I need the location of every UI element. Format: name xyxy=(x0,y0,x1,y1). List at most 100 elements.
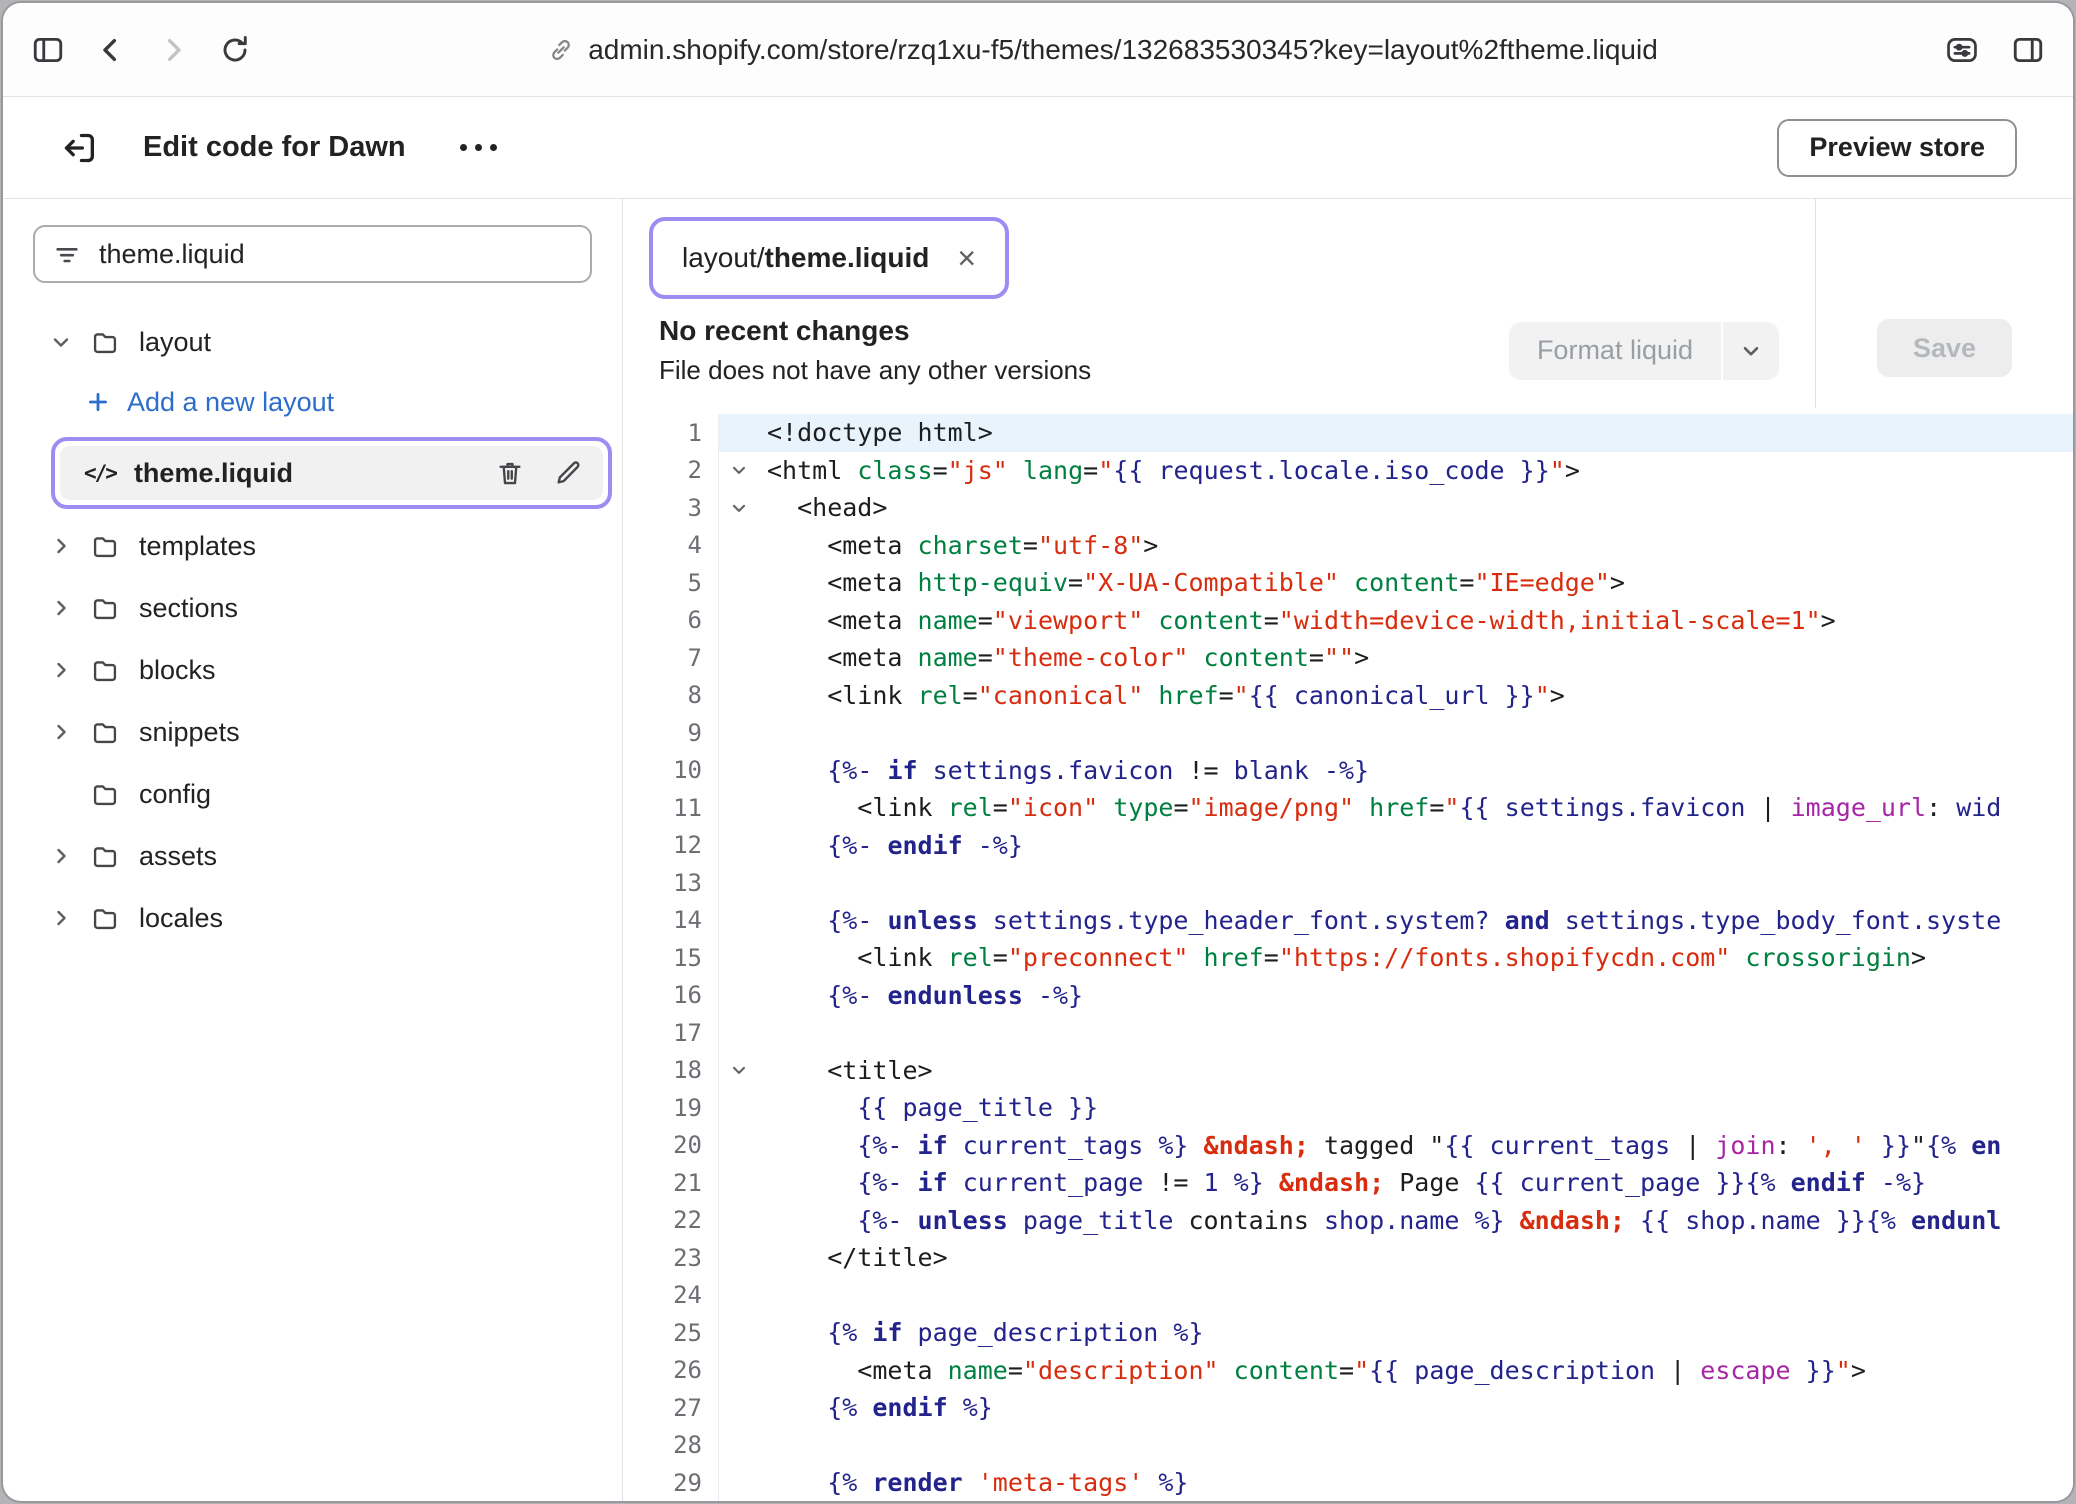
sidebar-item-assets[interactable]: assets xyxy=(3,825,622,887)
code-line[interactable]: 20 {%- if current_tags %} &ndash; tagged… xyxy=(623,1127,2073,1165)
code-line[interactable]: 18 <title> xyxy=(623,1052,2073,1090)
line-number: 17 xyxy=(623,1014,719,1052)
preview-store-button[interactable]: Preview store xyxy=(1777,119,2017,177)
folder-label: sections xyxy=(139,593,598,624)
add-new-layout-link[interactable]: Add a new layout xyxy=(3,373,622,431)
code-line[interactable]: 24 xyxy=(623,1277,2073,1315)
sidebar-item-config[interactable]: config xyxy=(3,763,622,825)
code-line[interactable]: 4 <meta charset="utf-8"> xyxy=(623,527,2073,565)
line-number: 27 xyxy=(623,1389,719,1427)
sidebar-item-templates[interactable]: templates xyxy=(3,515,622,577)
line-number: 11 xyxy=(623,789,719,827)
code-text: {%- unless settings.type_header_font.sys… xyxy=(759,902,2073,940)
code-text xyxy=(759,1427,2073,1465)
code-line[interactable]: 10 {%- if settings.favicon != blank -%} xyxy=(623,752,2073,790)
folder-label: blocks xyxy=(139,655,598,686)
file-name: theme.liquid xyxy=(134,458,467,489)
code-line[interactable]: 26 <meta name="description" content="{{ … xyxy=(623,1352,2073,1390)
code-line[interactable]: 7 <meta name="theme-color" content=""> xyxy=(623,639,2073,677)
sidebar-item-snippets[interactable]: snippets xyxy=(3,701,622,763)
format-liquid-button[interactable]: Format liquid xyxy=(1509,322,1721,380)
more-menu-button[interactable] xyxy=(450,138,507,157)
url-bar[interactable]: admin.shopify.com/store/rzq1xu-f5/themes… xyxy=(371,34,1835,66)
code-line[interactable]: 5 <meta http-equiv="X-UA-Compatible" con… xyxy=(623,564,2073,602)
file-search-input[interactable] xyxy=(97,238,572,271)
sidebar-item-layout[interactable]: layout xyxy=(3,311,622,373)
chevron-right-icon[interactable] xyxy=(49,906,91,930)
line-number: 20 xyxy=(623,1127,719,1165)
tab-close-icon[interactable]: × xyxy=(957,242,976,274)
chevron-right-icon[interactable] xyxy=(49,596,91,620)
code-line[interactable]: 29 {% render 'meta-tags' %} xyxy=(623,1464,2073,1501)
code-line[interactable]: 14 {%- unless settings.type_header_font.… xyxy=(623,902,2073,940)
line-number: 3 xyxy=(623,489,719,527)
code-line[interactable]: 21 {%- if current_page != 1 %} &ndash; P… xyxy=(623,1164,2073,1202)
sidebar-item-sections[interactable]: sections xyxy=(3,577,622,639)
code-line[interactable]: 27 {% endif %} xyxy=(623,1389,2073,1427)
tab-theme-liquid[interactable]: layout/theme.liquid × xyxy=(658,226,1000,290)
editor-header: layout/theme.liquid × No recent changes … xyxy=(623,199,2073,408)
code-line[interactable]: 8 <link rel="canonical" href="{{ canonic… xyxy=(623,677,2073,715)
browser-right-panel-icon[interactable] xyxy=(2011,33,2045,67)
rename-file-icon[interactable] xyxy=(553,458,583,488)
code-line[interactable]: 2<html class="js" lang="{{ request.local… xyxy=(623,452,2073,490)
code-text: {% if page_description %} xyxy=(759,1314,2073,1352)
sidebar-file-theme-liquid[interactable]: </>theme.liquid xyxy=(60,446,603,500)
chevron-right-icon[interactable] xyxy=(49,844,91,868)
code-line[interactable]: 3 <head> xyxy=(623,489,2073,527)
browser-back-button[interactable] xyxy=(95,34,127,66)
line-number: 10 xyxy=(623,752,719,790)
filter-icon xyxy=(53,240,81,268)
browser-sidebar-toggle-icon[interactable] xyxy=(31,33,65,67)
line-number: 23 xyxy=(623,1239,719,1277)
code-text: {%- unless page_title contains shop.name… xyxy=(759,1202,2073,1240)
folder-label: locales xyxy=(139,903,598,934)
sidebar-item-blocks[interactable]: blocks xyxy=(3,639,622,701)
fold-gutter xyxy=(719,827,759,865)
code-line[interactable]: 28 xyxy=(623,1427,2073,1465)
browser-page-settings-icon[interactable] xyxy=(1943,33,1981,67)
sidebar-item-locales[interactable]: locales xyxy=(3,887,622,949)
file-search[interactable] xyxy=(33,225,592,283)
code-editor[interactable]: 1<!doctype html>2<html class="js" lang="… xyxy=(623,408,2073,1501)
line-number: 4 xyxy=(623,527,719,565)
code-line[interactable]: 11 <link rel="icon" type="image/png" hre… xyxy=(623,789,2073,827)
code-line[interactable]: 16 {%- endunless -%} xyxy=(623,977,2073,1015)
fold-gutter xyxy=(719,1089,759,1127)
line-number: 21 xyxy=(623,1164,719,1202)
code-line[interactable]: 9 xyxy=(623,714,2073,752)
code-line[interactable]: 22 {%- unless page_title contains shop.n… xyxy=(623,1202,2073,1240)
fold-toggle-icon[interactable] xyxy=(719,489,759,527)
browser-forward-button[interactable] xyxy=(157,34,189,66)
browser-reload-button[interactable] xyxy=(219,34,251,66)
format-liquid-dropdown-icon[interactable] xyxy=(1723,322,1779,380)
line-number: 28 xyxy=(623,1427,719,1465)
delete-file-icon[interactable] xyxy=(495,458,525,488)
browser-chrome: admin.shopify.com/store/rzq1xu-f5/themes… xyxy=(3,3,2073,97)
code-text xyxy=(759,1277,2073,1315)
code-line[interactable]: 19 {{ page_title }} xyxy=(623,1089,2073,1127)
fold-gutter xyxy=(719,527,759,565)
exit-code-editor-icon[interactable] xyxy=(59,128,99,168)
code-line[interactable]: 6 <meta name="viewport" content="width=d… xyxy=(623,602,2073,640)
code-line[interactable]: 12 {%- endif -%} xyxy=(623,827,2073,865)
code-line[interactable]: 1<!doctype html> xyxy=(623,414,2073,452)
chevron-right-icon[interactable] xyxy=(49,720,91,744)
chevron-right-icon[interactable] xyxy=(49,534,91,558)
fold-toggle-icon[interactable] xyxy=(719,1052,759,1090)
folder-icon xyxy=(91,842,139,870)
line-number: 1 xyxy=(623,414,719,452)
fold-gutter xyxy=(719,414,759,452)
code-line[interactable]: 15 <link rel="preconnect" href="https://… xyxy=(623,939,2073,977)
chevron-down-icon[interactable] xyxy=(49,330,91,354)
code-line[interactable]: 17 xyxy=(623,1014,2073,1052)
fold-gutter xyxy=(719,864,759,902)
save-button[interactable]: Save xyxy=(1877,319,2012,377)
fold-gutter xyxy=(719,1014,759,1052)
code-line[interactable]: 13 xyxy=(623,864,2073,902)
code-line[interactable]: 25 {% if page_description %} xyxy=(623,1314,2073,1352)
chevron-right-icon[interactable] xyxy=(49,658,91,682)
code-text: <html class="js" lang="{{ request.locale… xyxy=(759,452,2073,490)
fold-toggle-icon[interactable] xyxy=(719,452,759,490)
code-line[interactable]: 23 </title> xyxy=(623,1239,2073,1277)
